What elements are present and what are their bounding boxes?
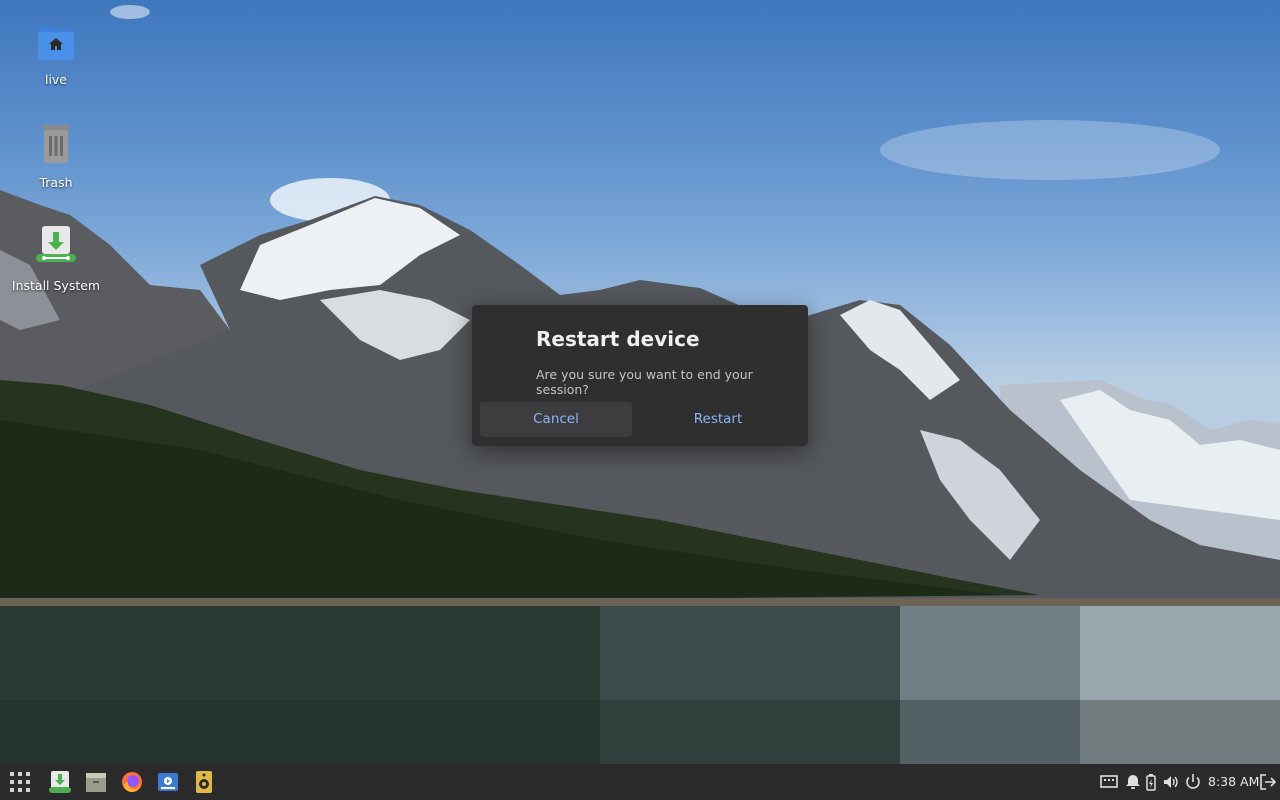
dialog-message: Are you sure you want to end your sessio… [536,367,753,397]
home-folder-icon [38,26,74,60]
desktop-icon-trash[interactable]: Trash [8,121,104,190]
restart-button[interactable]: Restart [642,402,794,437]
battery-icon[interactable] [1142,773,1160,791]
app-grid-icon[interactable] [8,770,32,794]
desktop-icon-home[interactable]: live [8,18,104,87]
desktop-icon-install-system[interactable]: Install System [8,224,104,293]
trash-icon [42,125,70,163]
notification-bell-icon[interactable] [1124,773,1142,791]
media-player-icon[interactable] [156,770,180,794]
file-manager-icon[interactable] [84,770,108,794]
installer-icon [36,226,76,262]
speaker-app-icon[interactable] [192,770,216,794]
power-icon[interactable] [1184,773,1202,791]
desktop: live Trash Install System Restart device… [0,0,1280,764]
clock[interactable]: 8:38 AM [1208,774,1259,789]
dialog-title: Restart device [536,327,700,351]
cancel-button[interactable]: Cancel [480,402,632,437]
firefox-icon[interactable] [120,770,144,794]
restart-dialog: Restart device Are you sure you want to … [472,305,808,446]
desktop-icon-label: Trash [39,175,73,190]
network-icon[interactable] [1100,773,1118,791]
installer-icon[interactable] [48,770,72,794]
desktop-icon-label: Install System [11,278,101,293]
volume-icon[interactable] [1162,773,1180,791]
taskbar: 8:38 AM [0,764,1280,800]
logout-icon[interactable] [1259,773,1277,791]
desktop-icon-label: live [44,72,68,87]
